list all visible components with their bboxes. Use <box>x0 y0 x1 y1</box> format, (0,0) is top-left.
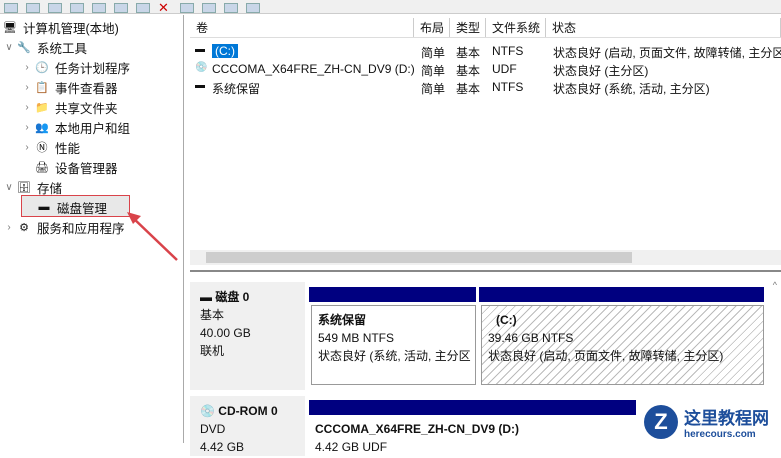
volume-c-icon: ▬ <box>195 44 205 55</box>
partition-d[interactable]: CCCOMA_X64FRE_ZH-CN_DV9 (D:) 4.42 GB UDF <box>309 418 639 458</box>
users-icon: 👥 <box>35 121 49 134</box>
chevron-right-icon[interactable]: › <box>20 82 34 93</box>
chevron-right-icon[interactable]: › <box>20 142 34 153</box>
cell-status: 状态良好 (系统, 活动, 主分区) <box>553 82 710 96</box>
tree-event-viewer[interactable]: › 📋 事件查看器 <box>20 77 117 97</box>
tree-task-scheduler[interactable]: › 🕒 任务计划程序 <box>20 57 130 77</box>
cell-volume: CCCOMA_X64FRE_ZH-CN_DV9 (D:) <box>212 62 415 76</box>
tree-disk-management[interactable]: ▬ 磁盘管理 <box>36 197 108 217</box>
cd-icon: 💿 <box>200 404 219 418</box>
cell-status: 状态良好 (主分区) <box>553 64 649 78</box>
tree-device-manager[interactable]: 🖨 设备管理器 <box>34 157 118 177</box>
partition-bar <box>309 400 639 415</box>
chevron-down-icon[interactable]: ∨ <box>2 42 16 53</box>
back-icon[interactable] <box>4 3 18 13</box>
annotation-arrow-icon <box>127 212 178 261</box>
disk-0-info[interactable]: ▬ 磁盘 0 基本 40.00 GB 联机 <box>190 282 305 390</box>
column-filesystem[interactable]: 文件系统 <box>486 18 546 37</box>
search-icon[interactable] <box>224 3 238 13</box>
services-icon: ⚙ <box>19 221 29 234</box>
logo-icon: Z <box>644 404 678 439</box>
partition-c[interactable]: (C:) 39.46 GB NTFS 状态良好 (启动, 页面文件, 故障转储, 主… <box>481 305 764 385</box>
column-status[interactable]: 状态 <box>546 18 781 37</box>
disk-icon: ▬ <box>38 201 50 213</box>
tree-shared-folders[interactable]: › 📁 共享文件夹 <box>20 97 117 117</box>
disk-icon: ▬ <box>195 80 205 91</box>
horizontal-scrollbar[interactable] <box>190 250 781 265</box>
toolbar: ✕ <box>0 0 781 14</box>
column-volume[interactable]: 卷 <box>190 18 414 37</box>
disk-icon: ▬ <box>200 290 216 304</box>
partition-bar <box>309 287 476 302</box>
tree-services-apps[interactable]: › ⚙ 服务和应用程序 <box>2 217 124 237</box>
clock-icon: 🕒 <box>35 61 49 74</box>
shared-folder-icon: 📁 <box>35 101 49 114</box>
partition-bar <box>479 287 764 302</box>
cell-type: 基本 <box>456 64 481 78</box>
export-icon[interactable] <box>246 3 260 13</box>
scroll-up-icon[interactable]: ^ <box>773 280 777 290</box>
chevron-right-icon[interactable]: › <box>20 62 34 73</box>
list-header: 卷 布局 类型 文件系统 状态 <box>190 18 781 38</box>
delete-icon[interactable]: ✕ <box>158 1 172 14</box>
computer-icon: 🖥 <box>3 21 17 34</box>
cell-fs: UDF <box>492 62 517 76</box>
cell-volume: 系统保留 <box>212 82 261 96</box>
column-type[interactable]: 类型 <box>450 18 486 37</box>
tree-storage[interactable]: ∨ 🗄 存储 <box>2 177 62 197</box>
help-icon[interactable] <box>92 3 106 13</box>
scrollbar-thumb[interactable] <box>206 252 632 263</box>
chevron-right-icon[interactable]: › <box>2 222 16 233</box>
tools-icon: 🔧 <box>17 41 31 54</box>
cell-fs: NTFS <box>492 80 524 94</box>
action-pane-icon[interactable] <box>114 3 128 13</box>
cd-icon: 💿 <box>195 62 208 73</box>
show-hide-tree-icon[interactable] <box>70 3 84 13</box>
column-layout[interactable]: 布局 <box>414 18 450 37</box>
watermark-logo: Z 这里教程网 herecours.com <box>636 400 781 443</box>
up-icon[interactable] <box>202 3 216 13</box>
cell-layout: 简单 <box>421 46 446 60</box>
cell-type: 基本 <box>456 82 481 96</box>
chevron-down-icon[interactable]: ∨ <box>2 182 16 193</box>
tree-root[interactable]: 🖥 计算机管理(本地) <box>2 17 119 37</box>
navigation-tree: 🖥 计算机管理(本地) ∨ 🔧 系统工具 › 🕒 任务计划程序 › 📋 事件查看器 › 📁 共享文… <box>0 15 184 443</box>
storage-icon: 🗄 <box>17 181 31 194</box>
cell-layout: 简单 <box>421 64 446 78</box>
partition-system-reserved[interactable]: 系统保留 549 MB NTFS 状态良好 (系统, 活动, 主分区 <box>311 305 476 385</box>
connect-icon[interactable] <box>136 3 150 13</box>
tree-performance[interactable]: › Ⓝ 性能 <box>20 137 80 157</box>
chevron-right-icon[interactable]: › <box>20 102 34 113</box>
cell-layout: 简单 <box>421 82 446 96</box>
cell-status: 状态良好 (启动, 页面文件, 故障转储, 主分区) <box>553 46 781 60</box>
chevron-right-icon[interactable]: › <box>20 122 34 133</box>
forward-icon[interactable] <box>26 3 40 13</box>
properties-icon[interactable] <box>180 3 194 13</box>
cell-fs: NTFS <box>492 44 524 58</box>
cell-type: 基本 <box>456 46 481 60</box>
performance-icon: Ⓝ <box>36 142 48 154</box>
device-icon: 🖨 <box>35 161 49 174</box>
tree-local-users[interactable]: › 👥 本地用户和组 <box>20 117 130 137</box>
folder-icon[interactable] <box>48 3 62 13</box>
tree-system-tools[interactable]: ∨ 🔧 系统工具 <box>2 37 87 57</box>
cdrom-0-info[interactable]: 💿 CD-ROM 0 DVD 4.42 GB <box>190 396 305 456</box>
cell-volume: (C:) <box>212 44 238 58</box>
event-log-icon: 📋 <box>35 81 49 94</box>
